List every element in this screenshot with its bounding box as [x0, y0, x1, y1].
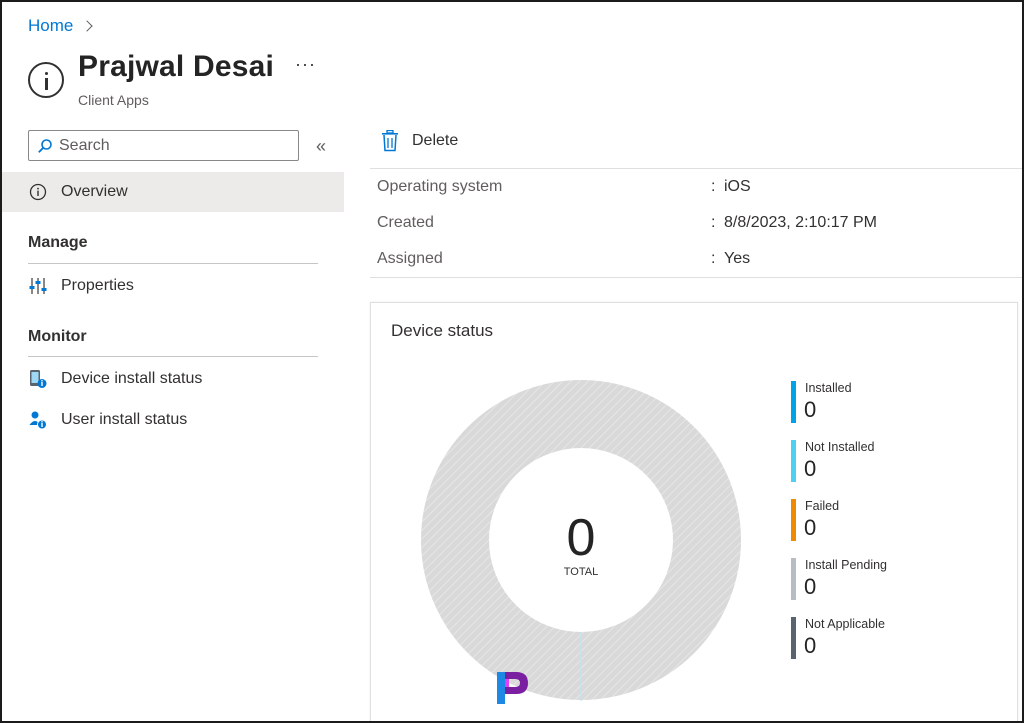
delete-label: Delete	[412, 132, 459, 149]
donut-total-label: TOTAL	[564, 566, 598, 578]
info-icon	[28, 62, 64, 98]
card-title: Device status	[391, 321, 494, 340]
property-label-created: Created	[377, 214, 434, 231]
divider	[28, 356, 318, 357]
legend-color-bar	[791, 381, 796, 423]
legend-value: 0	[804, 456, 817, 481]
sidebar-item-label: Device install status	[61, 370, 203, 387]
legend-value: 0	[804, 574, 817, 599]
legend-label: Install Pending	[805, 558, 888, 572]
sidebar-item-user-install-status[interactable]: User install status	[2, 400, 344, 440]
trash-icon	[382, 130, 398, 152]
legend-color-bar	[791, 440, 796, 482]
sidebar-item-properties[interactable]: Properties	[2, 266, 344, 306]
user-status-icon	[28, 410, 48, 430]
legend-color-bar	[791, 617, 796, 659]
property-value-operating-system: iOS	[724, 178, 751, 195]
section-heading-manage: Manage	[28, 234, 88, 251]
search-box	[28, 130, 299, 161]
legend-value: 0	[804, 397, 817, 422]
delete-button[interactable]: Delete	[380, 130, 458, 152]
legend-value: 0	[804, 515, 817, 540]
search-input[interactable]	[59, 136, 279, 155]
property-value-created: 8/8/2023, 2:10:17 PM	[724, 214, 877, 231]
legend-color-bar	[791, 558, 796, 600]
divider	[28, 263, 318, 264]
chevron-right-icon	[81, 20, 94, 32]
donut-total-value: 0	[567, 509, 596, 567]
more-options-button[interactable]: ···	[295, 54, 316, 75]
device-status-icon	[28, 369, 48, 389]
app-window: Home Prajwal Desai ··· Client Apps « Ove…	[0, 0, 1024, 723]
device-status-card: Device status 0 TOTAL Installed 0 Not In…	[370, 302, 1018, 721]
page-subtitle: Client Apps	[78, 92, 149, 108]
property-label-assigned: Assigned	[377, 250, 443, 267]
page-title: Prajwal Desai	[78, 50, 275, 83]
legend-color-bar	[791, 499, 796, 541]
property-colon: :	[711, 250, 716, 267]
legend-label: Not Installed	[805, 440, 875, 454]
properties-icon	[28, 276, 48, 296]
collapse-sidebar-button[interactable]: «	[316, 136, 326, 157]
breadcrumb: Home	[28, 16, 94, 36]
property-label-operating-system: Operating system	[377, 178, 503, 195]
legend-label: Failed	[805, 499, 840, 513]
property-value-assigned: Yes	[724, 250, 751, 267]
sidebar-item-label: User install status	[61, 411, 188, 428]
search-icon	[38, 138, 52, 153]
sidebar-item-label: Properties	[61, 277, 134, 294]
legend-value: 0	[804, 633, 817, 658]
breadcrumb-home-link[interactable]: Home	[28, 16, 73, 36]
legend-label: Installed	[805, 381, 852, 395]
device-status-donut-chart[interactable]: 0 TOTAL	[420, 379, 746, 705]
divider	[370, 277, 1022, 278]
watermark-logo	[497, 672, 528, 704]
section-heading-monitor: Monitor	[28, 328, 87, 345]
sidebar-item-label: Overview	[61, 183, 128, 200]
legend-label: Not Applicable	[805, 617, 885, 631]
sidebar-item-overview[interactable]: Overview	[2, 172, 344, 212]
divider	[370, 168, 1022, 169]
property-colon: :	[711, 214, 716, 231]
info-icon	[28, 182, 48, 202]
sidebar-item-device-install-status[interactable]: Device install status	[2, 359, 344, 399]
property-colon: :	[711, 178, 716, 195]
